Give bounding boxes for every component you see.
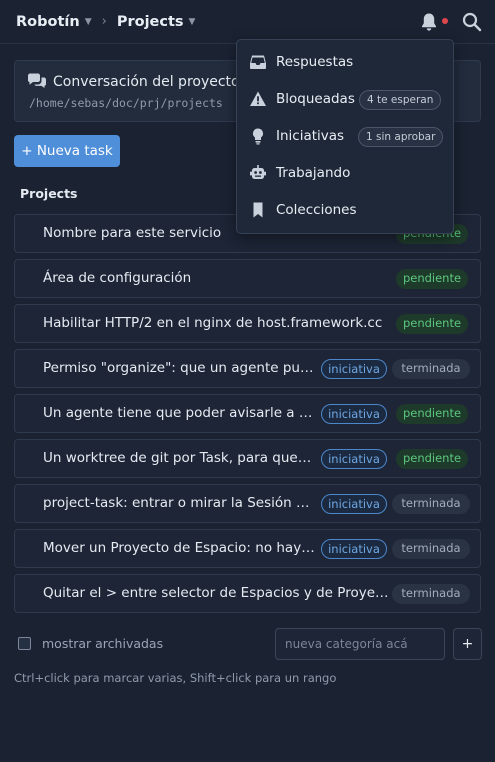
bell-icon[interactable]: [420, 12, 438, 32]
add-category-button[interactable]: +: [453, 628, 482, 660]
project-chevron-down-icon[interactable]: ▼: [189, 17, 196, 27]
task-row[interactable]: Permiso "organize": que un agente pue...…: [14, 349, 481, 388]
space-selector[interactable]: Robotín: [16, 14, 80, 30]
status-badge: pendiente: [396, 449, 468, 469]
menu-item-colecciones[interactable]: Colecciones: [237, 192, 453, 229]
task-row[interactable]: Habilitar HTTP/2 en el nginx de host.fra…: [14, 304, 481, 343]
initiative-badge: iniciativa: [321, 359, 387, 379]
menu-item-bloqueadas[interactable]: Bloqueadas 4 te esperan: [237, 81, 453, 118]
selection-hint: Ctrl+click para marcar varias, Shift+cli…: [14, 671, 337, 685]
menu-item-label: Trabajando: [276, 165, 351, 181]
robot-icon: [250, 165, 266, 179]
project-selector[interactable]: Projects: [117, 14, 184, 30]
task-title: Habilitar HTTP/2 en el nginx de host.fra…: [43, 315, 383, 331]
task-title: Área de configuración: [43, 270, 192, 286]
bookmark-icon: [253, 202, 263, 218]
new-category-input[interactable]: [275, 628, 445, 660]
menu-item-label: Respuestas: [276, 54, 354, 70]
section-title: Projects: [20, 186, 78, 201]
menu-item-label: Iniciativas: [276, 128, 345, 144]
inbox-icon: [250, 55, 266, 69]
task-title: Un agente tiene que poder avisarle a ot.…: [43, 405, 315, 421]
show-archived-checkbox[interactable]: [18, 637, 31, 650]
search-icon[interactable]: [462, 12, 482, 32]
task-row[interactable]: project-task: entrar o mirar la Sesión d…: [14, 484, 481, 523]
task-title: Permiso "organize": que un agente pue...: [43, 360, 315, 376]
menu-item-trabajando[interactable]: Trabajando: [237, 155, 453, 192]
initiative-badge: iniciativa: [321, 539, 387, 559]
task-row[interactable]: Área de configuración pendiente: [14, 259, 481, 298]
task-title: project-task: entrar o mirar la Sesión d…: [43, 495, 315, 511]
menu-item-iniciativas[interactable]: Iniciativas 1 sin aprobar: [237, 118, 453, 155]
lightbulb-icon: [253, 128, 263, 145]
notifications-menu: Respuestas Bloqueadas 4 te esperan Inici…: [236, 39, 454, 234]
warning-icon: [250, 91, 266, 106]
task-title: Quitar el > entre selector de Espacios y…: [43, 585, 389, 601]
menu-item-label: Bloqueadas: [276, 91, 355, 107]
space-chevron-down-icon[interactable]: ▼: [85, 17, 92, 27]
breadcrumb-separator: ›: [101, 14, 107, 29]
menu-item-label: Colecciones: [276, 202, 357, 218]
status-badge: pendiente: [396, 314, 468, 334]
conversation-title: Conversación del proyecto: [53, 74, 240, 90]
initiative-badge: iniciativa: [321, 494, 387, 514]
task-row[interactable]: Un worktree de git por Task, para que d.…: [14, 439, 481, 478]
blocked-count-badge: 4 te esperan: [359, 90, 442, 110]
task-row[interactable]: Quitar el > entre selector de Espacios y…: [14, 574, 481, 613]
unapproved-count-badge: 1 sin aprobar: [358, 127, 444, 147]
initiative-badge: iniciativa: [321, 449, 387, 469]
task-row[interactable]: Mover un Proyecto de Espacio: no hay ...…: [14, 529, 481, 568]
task-title: Un worktree de git por Task, para que d.…: [43, 450, 315, 466]
task-title: Mover un Proyecto de Espacio: no hay ...: [43, 540, 315, 556]
status-badge: terminada: [392, 359, 470, 379]
menu-item-respuestas[interactable]: Respuestas: [237, 44, 453, 81]
initiative-badge: iniciativa: [321, 404, 387, 424]
status-badge: pendiente: [396, 269, 468, 289]
conversation-path: /home/sebas/doc/prj/projects: [29, 96, 223, 110]
notification-dot: [442, 18, 448, 24]
show-archived-label: mostrar archivadas: [42, 636, 164, 651]
status-badge: terminada: [392, 494, 470, 514]
status-badge: terminada: [392, 539, 470, 559]
chat-bubbles-icon: [28, 73, 46, 88]
status-badge: pendiente: [396, 404, 468, 424]
status-badge: terminada: [392, 584, 470, 604]
new-task-button[interactable]: + Nueva task: [14, 135, 120, 167]
task-row[interactable]: Un agente tiene que poder avisarle a ot.…: [14, 394, 481, 433]
